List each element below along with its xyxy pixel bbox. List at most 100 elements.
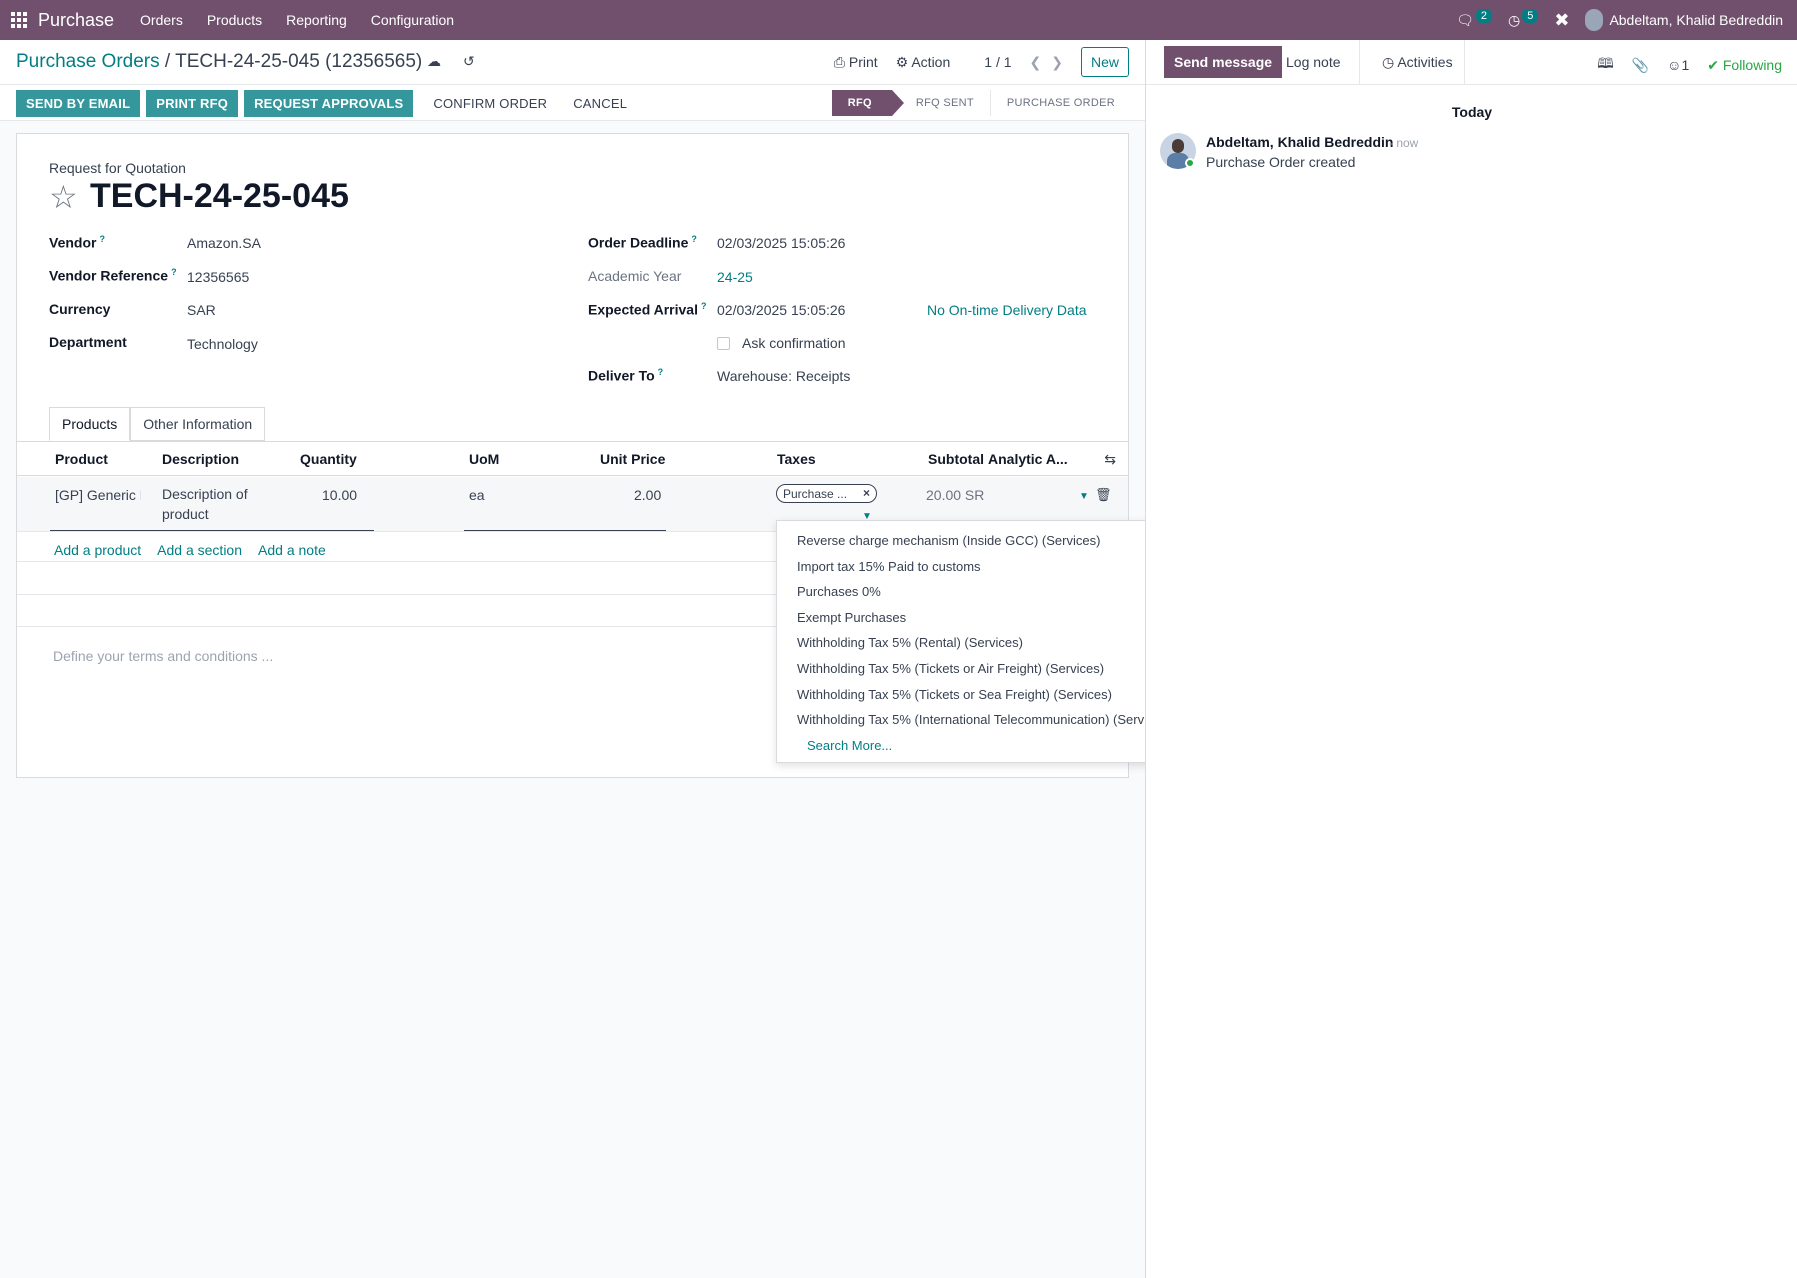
confirm-order-button[interactable]: CONFIRM ORDER <box>423 90 557 117</box>
paperclip-icon[interactable]: 📎 <box>1632 57 1649 74</box>
help-icon: ? <box>171 267 177 277</box>
dropdown-option[interactable]: Purchases 0% <box>777 580 1191 606</box>
tab-other-information[interactable]: Other Information <box>130 407 266 441</box>
dropdown-option[interactable]: Import tax 15% Paid to customs <box>777 555 1191 581</box>
help-icon: ? <box>657 367 664 377</box>
messaging-button[interactable]: 🗨 2 <box>1456 9 1492 29</box>
new-button[interactable]: New <box>1080 47 1129 77</box>
menu-configuration[interactable]: Configuration <box>359 12 466 28</box>
on-time-delivery-link[interactable]: No On-time Delivery Data <box>927 302 1087 318</box>
app-brand[interactable]: Purchase <box>38 10 114 31</box>
delete-line-icon[interactable]: 🗑 <box>1095 487 1112 503</box>
column-product[interactable]: Product <box>55 451 108 467</box>
column-analytic[interactable]: Analytic A... <box>988 451 1068 467</box>
tab-products[interactable]: Products <box>49 407 131 441</box>
pager-previous-icon[interactable]: ❮ <box>1030 54 1042 71</box>
cancel-button[interactable]: CANCEL <box>563 90 637 117</box>
divider <box>1464 40 1465 85</box>
menu-reporting[interactable]: Reporting <box>274 12 359 28</box>
breadcrumb-purchase-orders[interactable]: Purchase Orders <box>16 51 160 72</box>
column-quantity[interactable]: Quantity <box>300 451 357 467</box>
log-note-button[interactable]: Log note <box>1276 46 1351 78</box>
search-more-link[interactable]: Search More... <box>777 734 1191 757</box>
statusbar: SEND BY EMAIL PRINT RFQ REQUEST APPROVAL… <box>0 85 1145 121</box>
column-taxes[interactable]: Taxes <box>777 451 816 467</box>
expected-arrival-field[interactable]: 02/03/2025 15:05:26 <box>717 302 845 318</box>
pager-value[interactable]: 1 / 1 <box>984 54 1011 70</box>
currency-field[interactable]: SAR <box>187 302 216 318</box>
send-message-button[interactable]: Send message <box>1164 46 1283 78</box>
line-product[interactable]: [GP] Generic F <box>55 487 141 503</box>
department-label: Department <box>49 334 127 350</box>
discard-undo-icon[interactable]: ↺ <box>463 53 475 70</box>
dropdown-option[interactable]: Withholding Tax 5% (Tickets or Sea Freig… <box>777 683 1191 709</box>
user-name: Abdeltam, Khalid Bedreddin <box>1609 12 1783 28</box>
user-menu[interactable]: Abdeltam, Khalid Bedreddin <box>1585 9 1783 31</box>
order-deadline-field[interactable]: 02/03/2025 15:05:26 <box>717 235 845 251</box>
analytic-dropdown-caret-icon[interactable]: ▼ <box>1079 491 1089 502</box>
control-panel: Purchase Orders / TECH-24-25-045 (123565… <box>0 40 1145 85</box>
dropdown-option[interactable]: Reverse charge mechanism (Inside GCC) (S… <box>777 529 1191 555</box>
vendor-field[interactable]: Amazon.SA <box>187 235 261 251</box>
following-button[interactable]: ✔ Following <box>1707 57 1782 74</box>
line-unit-price[interactable]: 2.00 <box>634 487 661 503</box>
column-unit-price[interactable]: Unit Price <box>600 451 665 467</box>
dropdown-option[interactable]: Withholding Tax 5% (International Teleco… <box>777 708 1191 734</box>
print-button[interactable]: ⎙ Print <box>834 54 878 71</box>
followers-count: 1 <box>1681 57 1690 73</box>
stage-rfq-sent[interactable]: RFQ SENT <box>892 90 991 116</box>
stage-rfq[interactable]: RFQ <box>831 90 905 116</box>
save-cloud-icon[interactable]: ☁ <box>427 53 441 70</box>
chatter-panel: Send message Log note ◷ Activities 🕮 📎 ☺… <box>1145 40 1797 1278</box>
vendor-reference-field[interactable]: 12356565 <box>187 269 249 285</box>
debug-tools-button[interactable]: ✖ <box>1554 10 1569 31</box>
dropdown-option[interactable]: Withholding Tax 5% (Tickets or Air Freig… <box>777 657 1191 683</box>
order-lines-header: Product Description Quantity UoM Unit Pr… <box>17 442 1128 476</box>
print-label: Print <box>848 53 878 70</box>
ask-confirmation-checkbox[interactable] <box>717 337 730 350</box>
star-icon[interactable]: ☆ <box>49 178 78 216</box>
tax-tag[interactable]: Purchase ... × <box>776 484 877 503</box>
rfq-title: TECH-24-25-045 <box>90 177 349 215</box>
add-note-link[interactable]: Add a note <box>258 542 326 558</box>
tag-remove-icon[interactable]: × <box>863 486 870 500</box>
add-section-link[interactable]: Add a section <box>157 542 242 558</box>
vendor-label: Vendor? <box>49 234 105 251</box>
top-navbar: Purchase Orders Products Reporting Confi… <box>0 0 1797 40</box>
apps-menu-icon[interactable] <box>0 0 38 40</box>
currency-label: Currency <box>49 301 111 317</box>
activities-button[interactable]: ◷ Activities <box>1372 46 1463 79</box>
line-uom[interactable]: ea <box>469 487 485 503</box>
terms-conditions-field[interactable]: Define your terms and conditions ... <box>53 648 273 664</box>
dropdown-option[interactable]: Exempt Purchases <box>777 606 1191 632</box>
print-rfq-button[interactable]: PRINT RFQ <box>146 90 239 117</box>
menu-orders[interactable]: Orders <box>128 12 195 28</box>
dropdown-option[interactable]: Withholding Tax 5% (Rental) (Services) <box>777 631 1191 657</box>
department-field[interactable]: Technology <box>187 336 258 352</box>
message-book-icon[interactable]: 🕮 <box>1597 53 1614 77</box>
column-description[interactable]: Description <box>162 451 239 467</box>
line-description[interactable]: Description of product <box>162 484 248 524</box>
pager-next-icon[interactable]: ❯ <box>1051 54 1063 71</box>
printer-icon: ⎙ <box>833 53 845 70</box>
add-line-links: Add a product Add a section Add a note <box>54 542 326 558</box>
breadcrumb-current: TECH-24-25-045 (12356565) <box>175 51 423 72</box>
deliver-to-field[interactable]: Warehouse: Receipts <box>717 368 850 384</box>
user-avatar <box>1585 9 1604 31</box>
line-quantity[interactable]: 10.00 <box>322 487 357 503</box>
deliver-to-label: Deliver To? <box>588 367 664 384</box>
chatter-topbar: Send message Log note ◷ Activities 🕮 📎 ☺… <box>1146 40 1797 85</box>
message-author[interactable]: Abdeltam, Khalid Bedreddin <box>1206 134 1393 150</box>
academic-year-field[interactable]: 24-25 <box>717 269 753 285</box>
column-uom[interactable]: UoM <box>469 451 499 467</box>
request-approvals-button[interactable]: REQUEST APPROVALS <box>244 90 414 117</box>
send-by-email-button[interactable]: SEND BY EMAIL <box>16 90 141 117</box>
column-subtotal[interactable]: Subtotal <box>928 451 984 467</box>
stage-purchase-order[interactable]: PURCHASE ORDER <box>991 90 1131 116</box>
menu-products[interactable]: Products <box>195 12 274 28</box>
activities-button[interactable]: ◷ 5 <box>1508 9 1539 29</box>
optional-columns-icon[interactable]: ⇆ <box>1104 451 1116 468</box>
action-button[interactable]: ⚙ Action <box>896 54 951 71</box>
followers-button[interactable]: ☺1 <box>1667 57 1689 73</box>
add-product-link[interactable]: Add a product <box>54 542 141 558</box>
